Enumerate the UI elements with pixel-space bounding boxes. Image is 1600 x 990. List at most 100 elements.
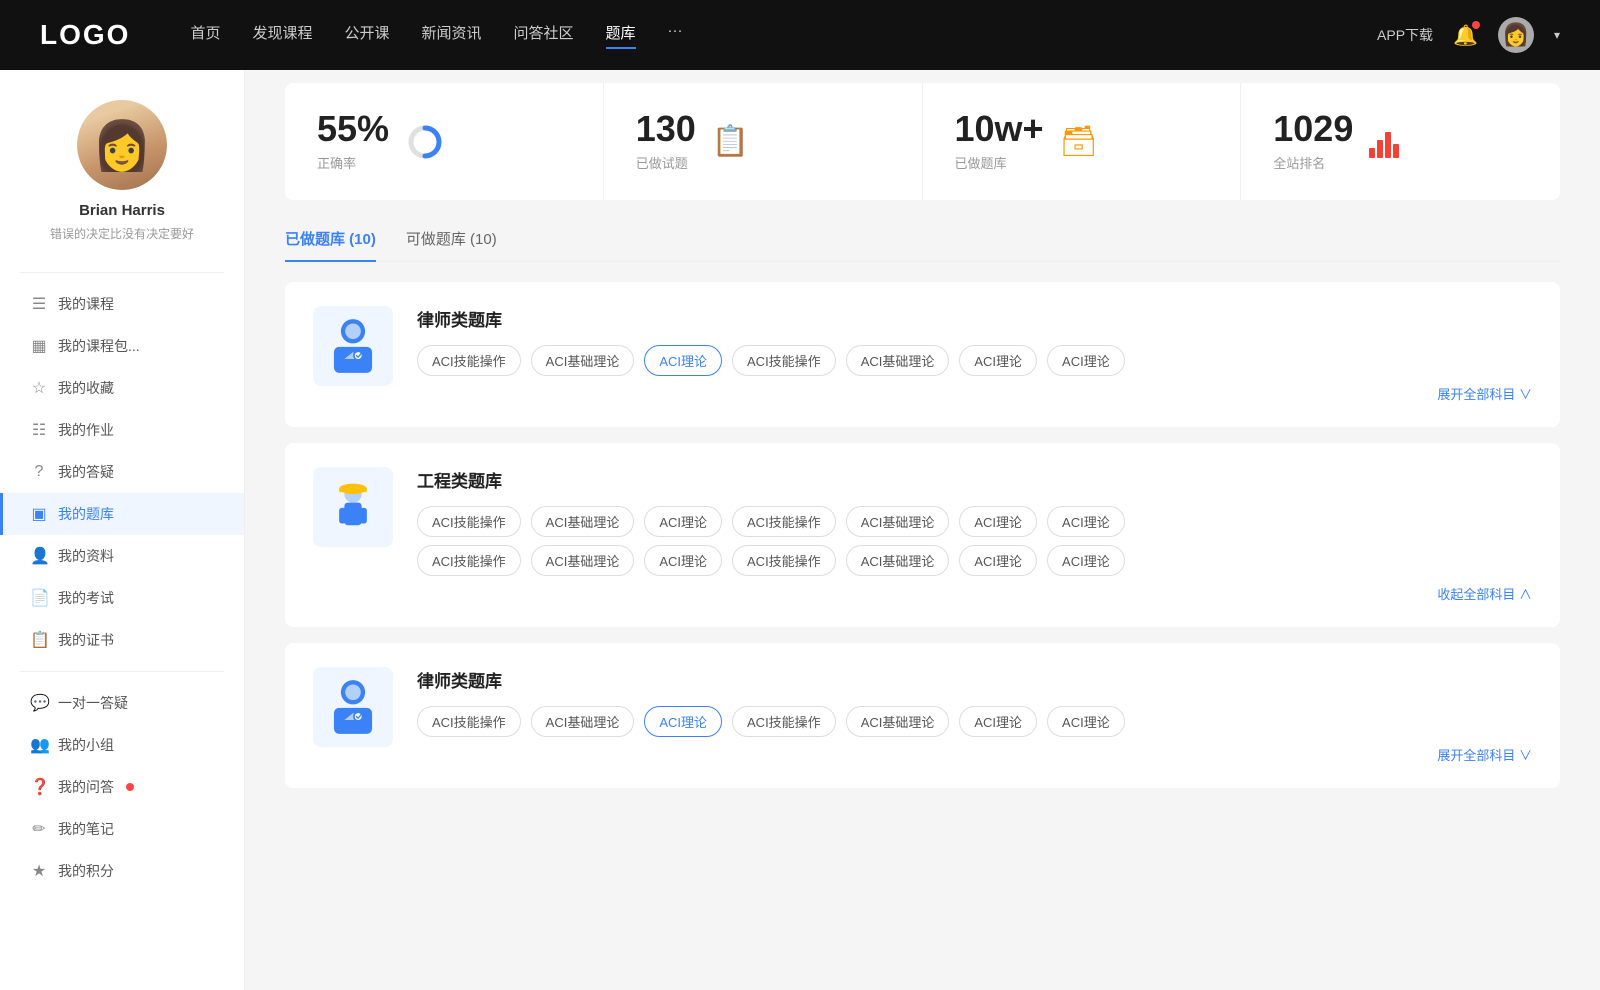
course-pkg-icon: ▦ (30, 336, 48, 356)
homework-icon: ☷ (30, 420, 48, 440)
sidebar-item-profile-info[interactable]: 👤 我的资料 (0, 535, 244, 577)
tag-lawyer1-2[interactable]: ACI理论 (644, 345, 722, 376)
expand-link-lawyer-1[interactable]: 展开全部科目 ∨ (417, 384, 1532, 403)
bank-tags-lawyer-2: ACI技能操作 ACI基础理论 ACI理论 ACI技能操作 ACI基础理论 AC… (417, 706, 1532, 737)
sidebar: 👩 Brian Harris 错误的决定比没有决定要好 ☰ 我的课程 ▦ 我的课… (0, 70, 245, 990)
sidebar-item-certificates[interactable]: 📋 我的证书 (0, 619, 244, 661)
tag-lawyer2-2[interactable]: ACI理论 (644, 706, 722, 737)
tag-eng-1[interactable]: ACI基础理论 (531, 506, 635, 537)
bank-icon-engineer (313, 467, 393, 547)
tag-eng-11[interactable]: ACI基础理论 (846, 545, 950, 576)
tag-lawyer2-4[interactable]: ACI基础理论 (846, 706, 950, 737)
tag-lawyer1-0[interactable]: ACI技能操作 (417, 345, 521, 376)
user-menu-chevron[interactable]: ▾ (1554, 28, 1560, 42)
bank-card-lawyer-1: 律师类题库 ACI技能操作 ACI基础理论 ACI理论 ACI技能操作 ACI基… (285, 282, 1560, 427)
sidebar-item-favorites[interactable]: ☆ 我的收藏 (0, 367, 244, 409)
nav-news[interactable]: 新闻资讯 (422, 22, 482, 49)
stat-exercises-label: 已做试题 (636, 153, 696, 172)
tag-eng-7[interactable]: ACI技能操作 (417, 545, 521, 576)
tag-eng-2[interactable]: ACI理论 (644, 506, 722, 537)
tag-eng-5[interactable]: ACI理论 (959, 506, 1037, 537)
nav-discover[interactable]: 发现课程 (252, 22, 312, 49)
expand-link-lawyer-2[interactable]: 展开全部科目 ∨ (417, 745, 1532, 764)
nav-more[interactable]: ··· (668, 22, 683, 49)
bank-tags-engineer-row1: ACI技能操作 ACI基础理论 ACI理论 ACI技能操作 ACI基础理论 AC… (417, 506, 1532, 537)
bank-content-engineer: 工程类题库 ACI技能操作 ACI基础理论 ACI理论 ACI技能操作 ACI基… (417, 467, 1532, 603)
list-icon: 📋 (712, 124, 749, 159)
sidebar-menu: ☰ 我的课程 ▦ 我的课程包... ☆ 我的收藏 ☷ 我的作业 ? 我的答疑 ▣… (0, 283, 244, 892)
bank-title-lawyer-1: 律师类题库 (417, 306, 1532, 331)
tag-eng-0[interactable]: ACI技能操作 (417, 506, 521, 537)
tag-lawyer1-1[interactable]: ACI基础理论 (531, 345, 635, 376)
stat-accuracy-text: 55% 正确率 (317, 111, 389, 172)
tag-eng-12[interactable]: ACI理论 (959, 545, 1037, 576)
nav-open-courses[interactable]: 公开课 (344, 22, 389, 49)
sidebar-item-groups[interactable]: 👥 我的小组 (0, 724, 244, 766)
grid-icon: 🗃 (1060, 124, 1098, 159)
tag-lawyer2-6[interactable]: ACI理论 (1047, 706, 1125, 737)
main-content: 我的题库 体验剩余23天！ 55% 正确率 130 已做试题 📋 (245, 0, 1600, 834)
tag-eng-4[interactable]: ACI基础理论 (846, 506, 950, 537)
profile-motto: 错误的决定比没有决定要好 (20, 225, 224, 242)
certificates-icon: 📋 (30, 630, 48, 650)
sidebar-item-exams[interactable]: 📄 我的考试 (0, 577, 244, 619)
profile-avatar: 👩 (77, 100, 167, 190)
sidebar-item-homework[interactable]: ☷ 我的作业 (0, 409, 244, 451)
tag-eng-10[interactable]: ACI技能操作 (732, 545, 836, 576)
sidebar-item-points[interactable]: ★ 我的积分 (0, 850, 244, 892)
sidebar-item-one-on-one[interactable]: 💬 一对一答疑 (0, 682, 244, 724)
notes-icon: ✏ (30, 819, 48, 839)
tag-lawyer2-5[interactable]: ACI理论 (959, 706, 1037, 737)
tag-lawyer1-5[interactable]: ACI理论 (959, 345, 1037, 376)
profile-area: 👩 Brian Harris 错误的决定比没有决定要好 (0, 100, 244, 262)
app-download-link[interactable]: APP下载 (1377, 25, 1433, 45)
tag-lawyer1-3[interactable]: ACI技能操作 (732, 345, 836, 376)
bank-tags-lawyer-1: ACI技能操作 ACI基础理论 ACI理论 ACI技能操作 ACI基础理论 AC… (417, 345, 1532, 376)
bank-content-lawyer-2: 律师类题库 ACI技能操作 ACI基础理论 ACI理论 ACI技能操作 ACI基… (417, 667, 1532, 764)
tag-eng-6[interactable]: ACI理论 (1047, 506, 1125, 537)
my-questions-dot (126, 783, 134, 791)
groups-icon: 👥 (30, 735, 48, 755)
nav-home[interactable]: 首页 (190, 22, 220, 49)
sidebar-divider-2 (20, 671, 224, 672)
sidebar-item-question-bank[interactable]: ▣ 我的题库 (0, 493, 244, 535)
tag-eng-9[interactable]: ACI理论 (644, 545, 722, 576)
tab-row: 已做题库 (10) 可做题库 (10) (285, 228, 1560, 262)
stat-exercises-text: 130 已做试题 (636, 111, 696, 172)
sidebar-divider-1 (20, 272, 224, 273)
nav-qa[interactable]: 问答社区 (514, 22, 574, 49)
sidebar-item-courses[interactable]: ☰ 我的课程 (0, 283, 244, 325)
notification-dot (1472, 21, 1480, 29)
tag-lawyer1-4[interactable]: ACI基础理论 (846, 345, 950, 376)
donut-chart-icon (405, 122, 445, 162)
collapse-link-engineer[interactable]: 收起全部科目 ∧ (417, 584, 1532, 603)
stat-accuracy: 55% 正确率 (285, 83, 604, 200)
stat-ranking-number: 1029 (1273, 111, 1353, 147)
tab-available-banks[interactable]: 可做题库 (10) (406, 228, 497, 261)
question-bank-icon: ▣ (30, 504, 48, 524)
stat-banks: 10w+ 已做题库 🗃 (923, 83, 1242, 200)
nav-links: 首页 发现课程 公开课 新闻资讯 问答社区 题库 ··· (190, 22, 1377, 49)
sidebar-item-my-questions[interactable]: ❓ 我的问答 (0, 766, 244, 808)
sidebar-item-notes[interactable]: ✏ 我的笔记 (0, 808, 244, 850)
tab-done-banks[interactable]: 已做题库 (10) (285, 228, 376, 261)
tag-lawyer1-6[interactable]: ACI理论 (1047, 345, 1125, 376)
navbar-right: APP下载 🔔 👩 ▾ (1377, 17, 1560, 53)
tag-eng-3[interactable]: ACI技能操作 (732, 506, 836, 537)
tag-eng-13[interactable]: ACI理论 (1047, 545, 1125, 576)
stat-ranking: 1029 全站排名 (1241, 83, 1560, 200)
tag-lawyer2-0[interactable]: ACI技能操作 (417, 706, 521, 737)
tag-lawyer2-1[interactable]: ACI基础理论 (531, 706, 635, 737)
tag-eng-8[interactable]: ACI基础理论 (531, 545, 635, 576)
sidebar-item-questions[interactable]: ? 我的答疑 (0, 451, 244, 493)
nav-question-bank[interactable]: 题库 (606, 22, 636, 49)
courses-icon: ☰ (30, 294, 48, 314)
user-avatar[interactable]: 👩 (1498, 17, 1534, 53)
tag-lawyer2-3[interactable]: ACI技能操作 (732, 706, 836, 737)
stat-ranking-text: 1029 全站排名 (1273, 111, 1353, 172)
logo[interactable]: LOGO (40, 19, 130, 51)
notification-bell[interactable]: 🔔 (1453, 23, 1478, 48)
my-questions-icon: ❓ (30, 777, 48, 797)
sidebar-item-course-pkg[interactable]: ▦ 我的课程包... (0, 325, 244, 367)
stat-exercises-number: 130 (636, 111, 696, 147)
